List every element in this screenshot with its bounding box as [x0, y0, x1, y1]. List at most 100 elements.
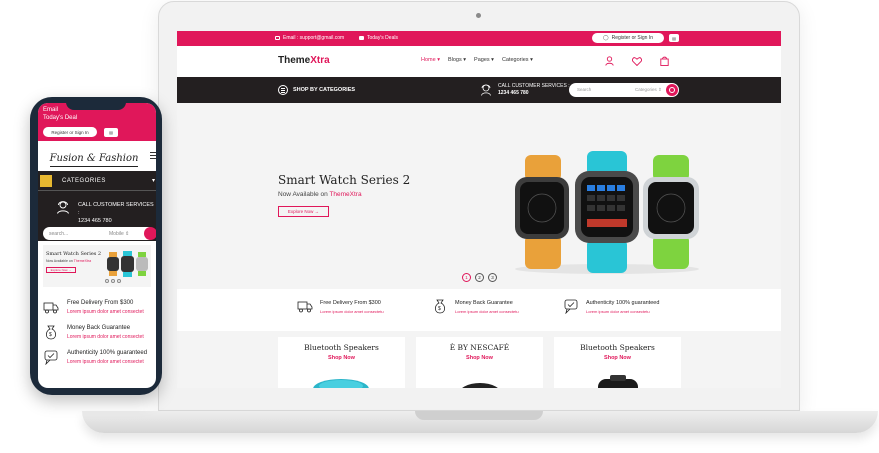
feature-authenticity: Authenticity 100% guaranteed Lorem ipsum… [563, 297, 703, 323]
phone-feature-delivery: Free Delivery From $300 Lorem ipsum dolo… [43, 299, 156, 323]
category-bar: SHOP BY CATEGORIES CALL CUSTOMER SERVICE… [177, 77, 781, 103]
support-icon [481, 84, 491, 96]
user-small-icon: ◯ [602, 35, 609, 41]
shop-now-link[interactable]: Shop Now [416, 355, 543, 361]
hero-slider: Smart Watch Series 2 Now Available on Th… [177, 103, 781, 289]
phone-screen: Email Today's Deal Register or Sign In ▤… [38, 103, 156, 388]
signin-text: Register or Sign In [611, 35, 654, 41]
site-logo[interactable]: ThemeXtra [278, 55, 330, 66]
phone-search-input[interactable]: search... [49, 231, 68, 237]
customer-service: CALL CUSTOMER SERVICES : 1234 465 780 [498, 83, 570, 97]
top-email[interactable]: Email : support@gmail.com [275, 35, 344, 41]
phone-banner-subtitle: Now Available on ThemeXtra [46, 259, 92, 263]
phone-banner-title: Smart Watch Series 2 [46, 251, 102, 257]
call-number[interactable]: 1234 465 780 [498, 90, 570, 97]
categories-label: CATEGORIES [62, 178, 106, 184]
phone-deals[interactable]: Today's Deal [43, 115, 77, 121]
heart-icon[interactable] [632, 56, 642, 66]
speaker-image [313, 379, 369, 388]
hamburger-icon[interactable] [150, 152, 156, 160]
laptop-notch [415, 411, 543, 420]
nav-pages[interactable]: Pages ▾ [474, 57, 494, 63]
shield-icon [44, 350, 58, 365]
slide-dot[interactable] [111, 279, 115, 283]
product-name: Bluetooth Speakers [580, 343, 655, 352]
product-card[interactable]: È BY NESCAFÉ Shop Now [416, 337, 543, 388]
phone-call-label: CALL CUSTOMER SERVICES : [78, 202, 154, 216]
phone-slider-dots [105, 279, 121, 283]
chevron-down-icon: ▾ [152, 178, 156, 184]
language-flag-button[interactable]: ▤ [669, 34, 679, 42]
feature-desc: Lorem ipsum dolor amet consectet [67, 334, 144, 340]
phone-search-box: search... Mobile ⇕ [43, 227, 156, 240]
cart-icon[interactable] [660, 56, 669, 66]
pencil-icon [40, 175, 52, 187]
main-nav: Home ▾ Blogs ▾ Pages ▾ Categories ▾ [421, 57, 533, 63]
search-input[interactable]: Search [577, 87, 591, 92]
shield-icon [564, 299, 578, 314]
phone-notch [66, 100, 126, 110]
search-box: Search Categories ⇕ [569, 83, 679, 97]
feature-title: Money Back Guarantee [455, 300, 513, 306]
phone-logo[interactable]: Fusion & Fashion [50, 150, 138, 167]
slider-dots: 1 2 3 [462, 273, 497, 282]
shop-by-categories[interactable]: SHOP BY CATEGORIES [293, 87, 355, 93]
product-name: È BY NESCAFÉ [449, 343, 510, 352]
device-mockup-stage: Email : support@gmail.com Today's Deals … [0, 0, 879, 453]
phone-email[interactable]: Email [43, 107, 58, 113]
call-label: CALL CUSTOMER SERVICES : [498, 83, 570, 89]
phone-explore-button[interactable]: Explore Now → [46, 267, 76, 273]
phone-flag-button[interactable]: ▤ [104, 128, 118, 137]
truck-icon [297, 301, 313, 313]
nav-categories[interactable]: Categories ▾ [502, 57, 533, 63]
features-strip: Free Delivery From $300 Lorem ipsum dolo… [177, 289, 781, 331]
slide-dot-1[interactable]: 1 [462, 273, 471, 282]
product-name: Bluetooth Speakers [304, 343, 379, 352]
feature-desc: Lorem ipsum dolor amet consectetu [455, 309, 519, 314]
truck-icon [43, 302, 59, 314]
svg-text:$: $ [438, 306, 441, 312]
feature-desc: Lorem ipsum dolor amet consectet [67, 309, 144, 315]
laptop-screen: Email : support@gmail.com Today's Deals … [177, 31, 781, 388]
nav-home[interactable]: Home ▾ [421, 57, 440, 63]
logo-accent: Xtra [310, 55, 330, 66]
phone-hero-banner: Smart Watch Series 2 Now Available on Th… [43, 245, 151, 287]
slide-dot-3[interactable]: 3 [488, 273, 497, 282]
phone-search-category[interactable]: Mobile ⇕ [109, 231, 129, 237]
search-icon[interactable] [666, 84, 678, 96]
feature-title: Free Delivery From $300 [67, 300, 134, 306]
product-card[interactable]: Bluetooth Speakers Shop Now [278, 337, 405, 388]
phone-call-number[interactable]: 1234 465 780 [78, 217, 156, 225]
header-icons [605, 56, 669, 66]
shop-now-link[interactable]: Shop Now [278, 355, 405, 361]
money-bag-icon: $ [434, 299, 446, 314]
slide-dot-2[interactable]: 2 [475, 273, 484, 282]
laptop-camera [476, 13, 481, 18]
feature-title: Authenticity 100% guaranteed [586, 300, 660, 306]
product-card[interactable]: Bluetooth Speakers Shop Now [554, 337, 681, 388]
nav-blogs[interactable]: Blogs ▾ [448, 57, 466, 63]
hero-subtitle: Now Available on ThemeXtra [278, 191, 362, 198]
envelope-icon [275, 36, 280, 40]
money-bag-icon: $ [45, 325, 57, 340]
search-icon[interactable] [144, 227, 156, 240]
phone-signin-button[interactable]: Register or Sign In [43, 127, 97, 137]
support-icon [57, 201, 69, 214]
feature-title: Money Back Guarantee [67, 325, 131, 331]
phone-categories-bar[interactable]: CATEGORIES ▾ [38, 171, 156, 191]
top-deals[interactable]: Today's Deals [359, 35, 398, 41]
email-text: Email : support@gmail.com [283, 35, 345, 41]
search-category-select[interactable]: Categories ⇕ [635, 87, 662, 93]
feature-desc: Lorem ipsum dolor amet consectetu [586, 309, 650, 314]
shop-now-link[interactable]: Shop Now [554, 355, 681, 361]
slide-dot[interactable] [117, 279, 121, 283]
user-icon[interactable] [605, 56, 614, 66]
tag-icon [359, 36, 364, 40]
feature-desc: Lorem ipsum dolor amet consectetu [320, 309, 384, 314]
phone-feature-money-back: $ Money Back Guarantee Lorem ipsum dolor… [43, 324, 156, 348]
hero-title: Smart Watch Series 2 [278, 173, 411, 187]
menu-icon[interactable] [278, 85, 288, 95]
signin-button[interactable]: ◯ Register or Sign In [592, 33, 664, 43]
explore-now-button[interactable]: Explore Now → [278, 206, 329, 217]
slide-dot[interactable] [105, 279, 109, 283]
